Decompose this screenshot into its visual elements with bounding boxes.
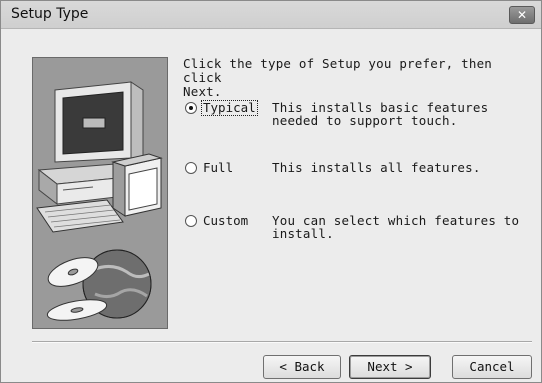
window-title: Setup Type [11,6,89,22]
radio-typical[interactable] [185,102,197,114]
radio-full[interactable] [185,162,197,174]
title-bar[interactable]: Setup Type ✕ [1,1,541,29]
option-typical[interactable]: Typical This installs basic features nee… [185,100,535,135]
option-custom[interactable]: Custom You can select which features to … [185,214,535,248]
back-button[interactable]: < Back [263,355,341,379]
instructions-text: Click the type of Setup you prefer, then… [183,56,493,99]
next-button[interactable]: Next > [349,355,431,379]
option-typical-description: This installs basic features needed to s… [272,100,489,128]
option-custom-description: You can select which features to install… [272,213,520,241]
setup-type-dialog: Setup Type ✕ Click the type of Setup you… [0,0,542,383]
separator [32,341,532,343]
close-icon: ✕ [516,8,528,22]
computer-disc-globe-illustration [36,81,163,321]
option-full-description: This installs all features. [272,160,481,175]
radio-custom[interactable] [185,215,197,227]
option-custom-label[interactable]: Custom [203,214,248,228]
close-button[interactable]: ✕ [509,6,535,24]
option-typical-label[interactable]: Typical [201,100,258,116]
option-full[interactable]: Full This installs all features. [185,161,535,195]
cancel-button[interactable]: Cancel [452,355,532,379]
option-full-label[interactable]: Full [203,161,233,175]
setup-illustration [32,57,168,329]
